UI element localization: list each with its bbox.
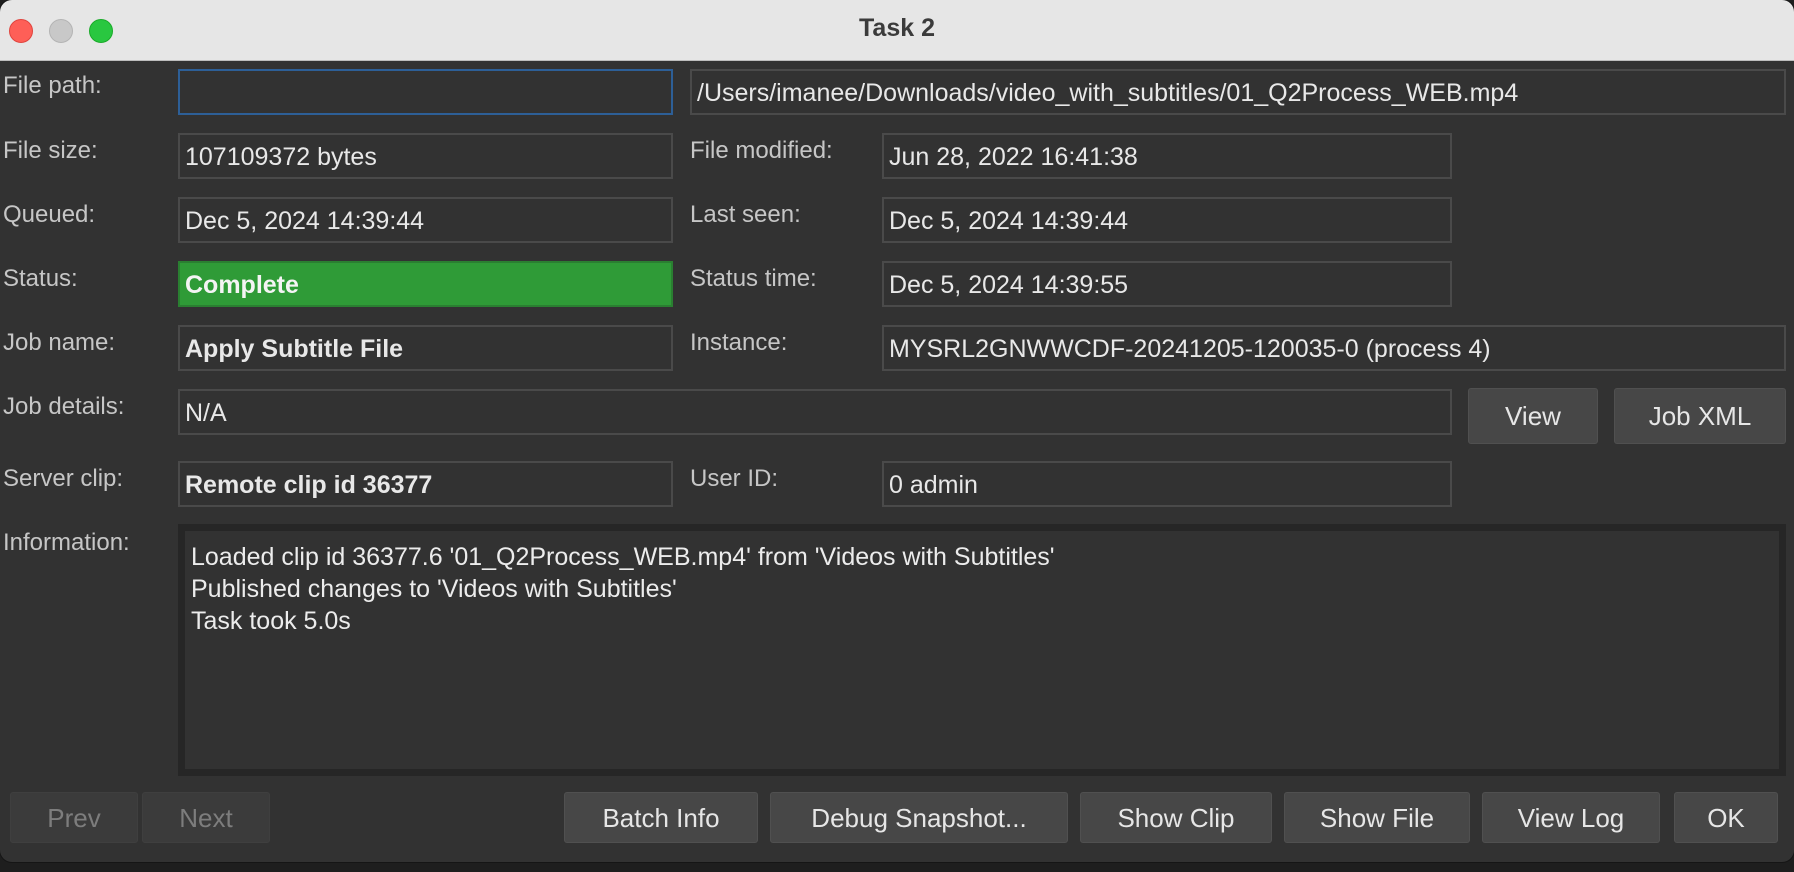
view-button[interactable]: View [1468, 388, 1598, 444]
last-seen-field[interactable]: Dec 5, 2024 14:39:44 [882, 197, 1452, 243]
window-title: Task 2 [859, 14, 935, 42]
task-window: Task 2 File path: /Users/imanee/Download… [0, 0, 1794, 862]
information-line: Published changes to 'Videos with Subtit… [191, 575, 677, 603]
instance-field[interactable]: MYSRL2GNWWCDF-20241205-120035-0 (process… [882, 325, 1786, 371]
queued-label: Queued: [3, 201, 96, 228]
prev-button[interactable]: Prev [10, 792, 138, 843]
job-details-label: Job details: [3, 393, 125, 420]
last-seen-label: Last seen: [690, 201, 801, 228]
status-label: Status: [3, 265, 78, 292]
queued-field[interactable]: Dec 5, 2024 14:39:44 [178, 197, 673, 243]
job-details-field[interactable]: N/A [178, 389, 1452, 435]
information-textarea[interactable]: Loaded clip id 36377.6 '01_Q2Process_WEB… [178, 524, 1786, 776]
file-path-field[interactable]: /Users/imanee/Downloads/video_with_subti… [690, 69, 1786, 115]
show-clip-button[interactable]: Show Clip [1080, 792, 1272, 843]
status-time-label: Status time: [690, 265, 817, 292]
file-modified-label: File modified: [690, 137, 833, 164]
status-time-field[interactable]: Dec 5, 2024 14:39:55 [882, 261, 1452, 307]
show-file-button[interactable]: Show File [1284, 792, 1470, 843]
user-id-field[interactable]: 0 admin [882, 461, 1452, 507]
view-log-button[interactable]: View Log [1482, 792, 1660, 843]
title-bar: Task 2 [0, 0, 1794, 61]
file-size-field[interactable]: 107109372 bytes [178, 133, 673, 179]
debug-snapshot-button[interactable]: Debug Snapshot... [770, 792, 1068, 843]
file-path-label: File path: [3, 72, 102, 99]
job-xml-button[interactable]: Job XML [1614, 388, 1786, 444]
status-field: Complete [178, 261, 673, 307]
instance-label: Instance: [690, 329, 788, 356]
batch-info-button[interactable]: Batch Info [564, 792, 758, 843]
ok-button[interactable]: OK [1674, 792, 1778, 843]
server-clip-label: Server clip: [3, 465, 124, 492]
file-modified-field[interactable]: Jun 28, 2022 16:41:38 [882, 133, 1452, 179]
information-line: Task took 5.0s [191, 607, 351, 635]
information-line: Loaded clip id 36377.6 '01_Q2Process_WEB… [191, 543, 1055, 571]
server-clip-field[interactable]: Remote clip id 36377 [178, 461, 673, 507]
user-id-label: User ID: [690, 465, 779, 492]
next-button[interactable]: Next [142, 792, 270, 843]
information-label: Information: [3, 529, 130, 556]
file-size-label: File size: [3, 137, 98, 164]
file-path-input[interactable] [178, 69, 673, 115]
job-name-label: Job name: [3, 329, 116, 356]
job-name-field[interactable]: Apply Subtitle File [178, 325, 673, 371]
